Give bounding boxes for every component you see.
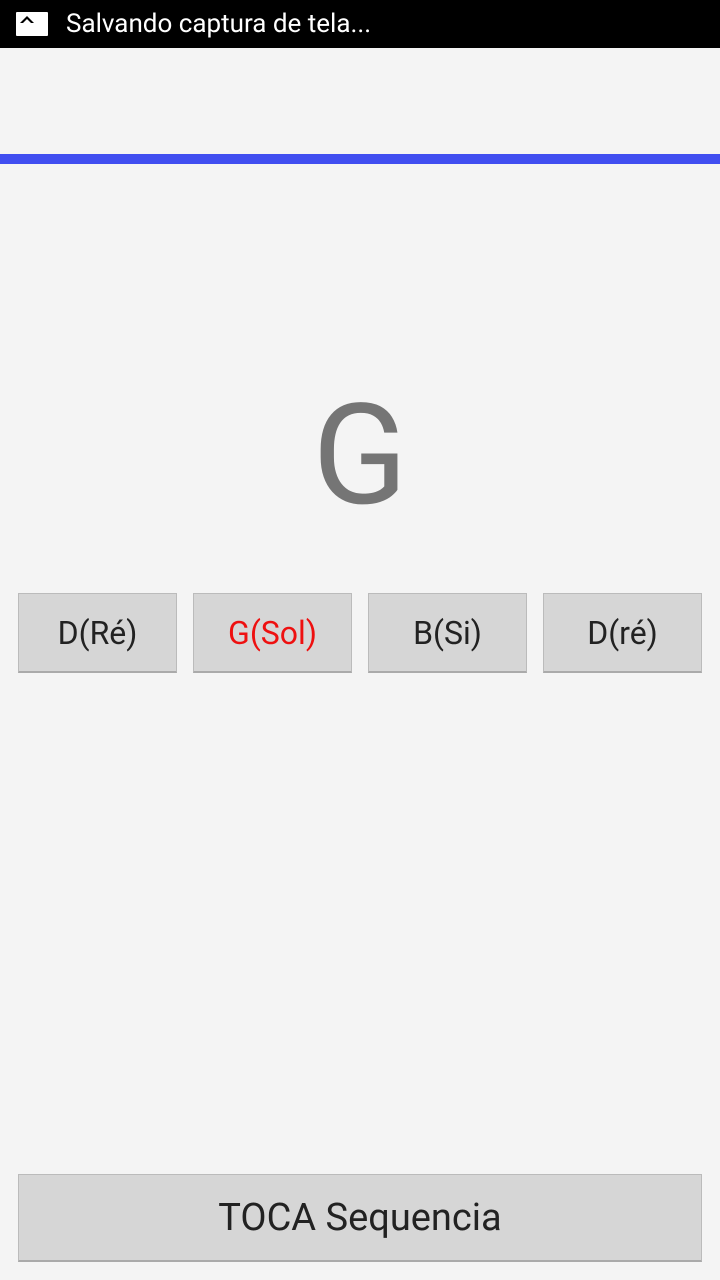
string-button-g-sol[interactable]: G(Sol) [193,593,352,673]
status-bar: Salvando captura de tela... [0,0,720,48]
string-buttons-row: D(Ré) G(Sol) B(Si) D(ré) [0,593,720,673]
spacer [0,673,720,1174]
header-spacer [0,48,720,154]
content-area: G D(Ré) G(Sol) B(Si) D(ré) TOCA Sequenci… [0,164,720,1280]
status-text: Salvando captura de tela... [66,9,371,39]
play-sequence-button[interactable]: TOCA Sequencia [18,1174,702,1262]
string-button-d-re-low[interactable]: D(ré) [543,593,702,673]
string-button-d-re[interactable]: D(Ré) [18,593,177,673]
current-note-display: G [0,374,720,538]
picture-icon [16,12,48,36]
string-button-b-si[interactable]: B(Si) [368,593,527,673]
header-divider [0,154,720,164]
